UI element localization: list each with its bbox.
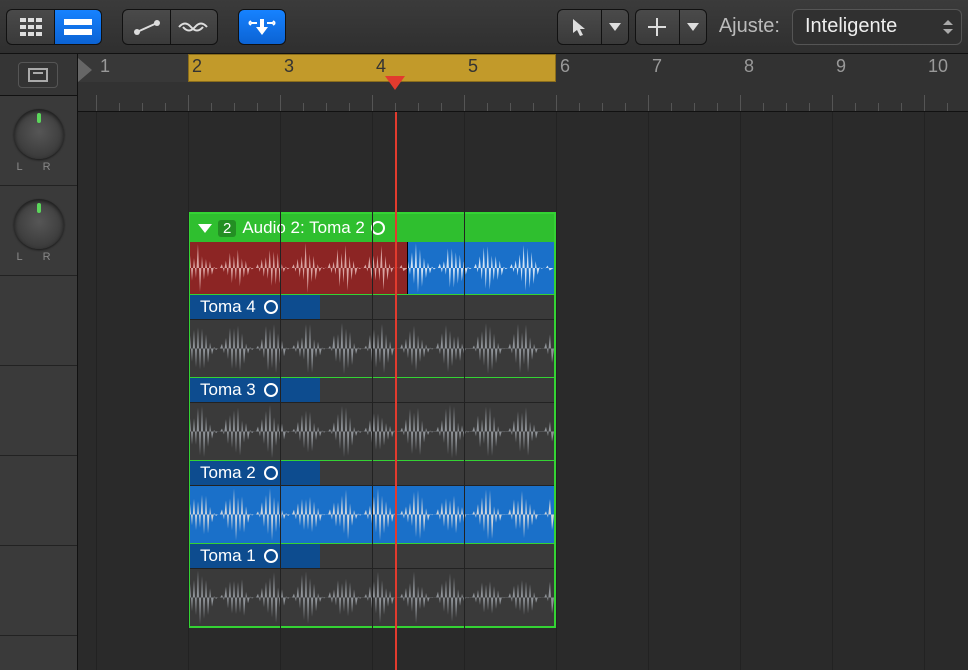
pan-lr-label: LR <box>6 161 70 173</box>
chevron-up-down-icon <box>943 20 953 34</box>
take-status-ring-icon[interactable] <box>264 549 278 563</box>
track-header-2[interactable]: LR <box>0 186 77 276</box>
track-header-sidebar: LR LR <box>0 54 78 670</box>
take-label[interactable]: Toma 2 <box>190 461 320 485</box>
take-label[interactable]: Toma 3 <box>190 378 320 402</box>
playhead-marker[interactable] <box>385 76 405 90</box>
take-label[interactable]: Toma 4 <box>190 295 320 319</box>
tracks-view-button[interactable] <box>54 9 102 45</box>
track-header-3[interactable] <box>0 276 77 366</box>
take-label[interactable]: Toma 1 <box>190 544 320 568</box>
pan-knob-icon[interactable] <box>14 109 64 159</box>
ruler-bar-number: 4 <box>376 56 386 77</box>
ruler-bar-number: 7 <box>652 56 662 77</box>
ruler-bar-number: 1 <box>100 56 110 77</box>
pan-knob-icon[interactable] <box>14 199 64 249</box>
automation-button[interactable] <box>122 9 170 45</box>
track-header-6[interactable] <box>0 546 77 636</box>
snap-label: Ajuste: <box>719 15 780 38</box>
tracks-area[interactable]: 2 Audio 2: Toma 2 Toma 4 Toma 3 Toma 2 Toma… <box>78 112 968 670</box>
ruler-bar-number: 2 <box>192 56 202 77</box>
snap-mode-dropdown[interactable]: Inteligente <box>792 9 962 45</box>
cycle-region[interactable] <box>188 54 556 82</box>
catch-playhead-button[interactable] <box>238 9 286 45</box>
take-status-ring-icon[interactable] <box>264 383 278 397</box>
ruler-bar-number: 6 <box>560 56 570 77</box>
snap-mode-value: Inteligente <box>805 15 897 38</box>
track-header-5[interactable] <box>0 456 77 546</box>
pan-lr-label: LR <box>6 251 70 263</box>
flex-button[interactable] <box>170 9 218 45</box>
ruler-bar-number: 9 <box>836 56 846 77</box>
take-label-text: Toma 3 <box>200 380 256 400</box>
alt-tool-menu[interactable] <box>679 9 707 45</box>
alt-tool-button[interactable] <box>635 9 679 45</box>
timeline-start-indicator <box>78 58 92 82</box>
ruler-bar-number: 10 <box>928 56 948 77</box>
ruler[interactable]: 1 2 3 4 5 6 7 8 9 10 <box>78 54 968 112</box>
ruler-bar-number: 8 <box>744 56 754 77</box>
playhead-line[interactable] <box>395 112 397 670</box>
list-view-button[interactable] <box>6 9 54 45</box>
track-header-options[interactable] <box>0 54 77 96</box>
take-status-ring-icon[interactable] <box>264 466 278 480</box>
toolbar: Ajuste: Inteligente <box>0 0 968 54</box>
track-header-4[interactable] <box>0 366 77 456</box>
take-status-ring-icon[interactable] <box>264 300 278 314</box>
pointer-tool-menu[interactable] <box>601 9 629 45</box>
pointer-tool-button[interactable] <box>557 9 601 45</box>
ruler-bar-number: 5 <box>468 56 478 77</box>
take-label-text: Toma 1 <box>200 546 256 566</box>
comp-segment-b[interactable] <box>408 242 554 294</box>
take-label-text: Toma 2 <box>200 463 256 483</box>
take-folder-title: Audio 2: Toma 2 <box>242 218 365 238</box>
comp-segment-a[interactable] <box>190 242 408 294</box>
ruler-bar-number: 3 <box>284 56 294 77</box>
disclosure-triangle-icon[interactable] <box>198 224 212 233</box>
track-header-menu-icon[interactable] <box>18 62 58 88</box>
comp-index-badge: 2 <box>218 220 236 237</box>
take-label-text: Toma 4 <box>200 297 256 317</box>
track-header-1[interactable]: LR <box>0 96 77 186</box>
